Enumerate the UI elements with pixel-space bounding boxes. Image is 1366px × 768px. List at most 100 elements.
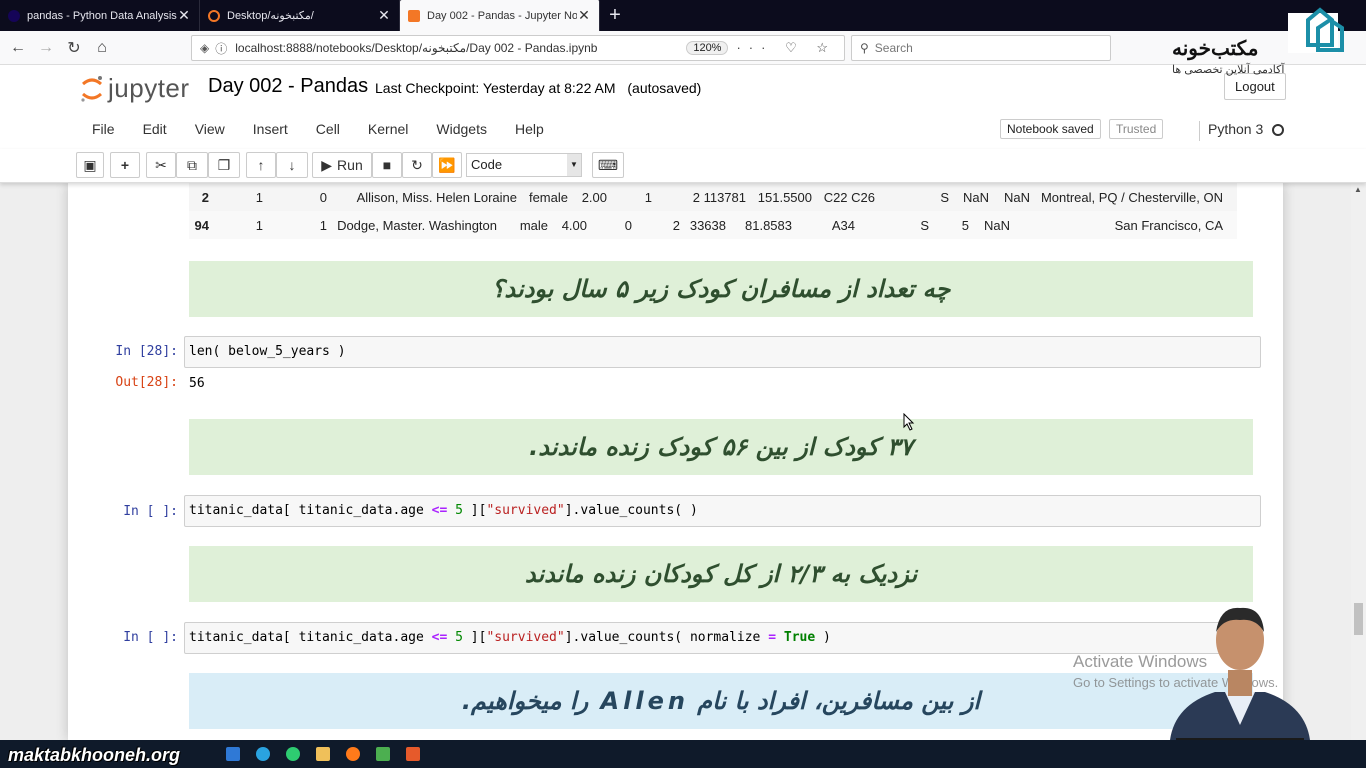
- keyboard-icon[interactable]: ⌨: [592, 152, 624, 178]
- cell-sex: female: [528, 189, 568, 205]
- firefox-icon[interactable]: [346, 747, 360, 761]
- restart-icon[interactable]: ↻: [402, 152, 432, 178]
- trusted-indicator[interactable]: Trusted: [1109, 119, 1164, 139]
- kernel-name: Python 3: [1208, 121, 1264, 137]
- tab-title: Desktop/مکتبخونه/: [227, 10, 314, 22]
- save-icon[interactable]: ▣: [76, 152, 104, 178]
- fast-forward-icon[interactable]: ⏩: [432, 152, 462, 178]
- cell-name: Dodge, Master. Washington: [337, 217, 497, 233]
- reload-icon[interactable]: ↻: [60, 38, 88, 58]
- menu-cell[interactable]: Cell: [302, 121, 354, 137]
- back-icon[interactable]: ←: [4, 39, 32, 57]
- table-row: 94 1 1 Dodge, Master. Washington male 4.…: [189, 211, 1237, 239]
- code-text: titanic_data[ titanic_data.age: [189, 630, 432, 645]
- code-text: ][: [462, 630, 487, 645]
- run-button[interactable]: ▶ Run: [312, 152, 372, 178]
- paste-icon[interactable]: ❐: [208, 152, 240, 178]
- notebook-saved-indicator: Notebook saved: [1000, 119, 1101, 139]
- markdown-cell-survived-count[interactable]: ۳۷ کودک از بین ۵۶ کودک زنده ماندند.: [189, 419, 1253, 475]
- row-index: 2: [201, 189, 209, 205]
- whatsapp-icon[interactable]: [286, 747, 300, 761]
- cell-cabin: A34: [831, 217, 855, 233]
- menu-edit[interactable]: Edit: [129, 121, 181, 137]
- dataframe-output: 2 1 0 Allison, Miss. Helen Loraine femal…: [189, 183, 1237, 239]
- cell-home-dest: Montreal, PQ / Chesterville, ON: [1040, 189, 1223, 205]
- cell-fare: 151.5500: [757, 189, 812, 205]
- jupyter-logo-icon: [81, 75, 102, 102]
- code-number: 5: [447, 630, 463, 645]
- notebook-title[interactable]: Day 002 - Pandas: [208, 75, 368, 98]
- code-number: 5: [447, 503, 463, 518]
- browser-tab-desktop[interactable]: Desktop/مکتبخونه/ ✕: [200, 0, 400, 31]
- code-text: ].value_counts( ): [564, 503, 698, 518]
- menu-file[interactable]: File: [78, 121, 129, 137]
- cell-parch: 2: [672, 217, 680, 233]
- code-text: titanic_data[ titanic_data.age: [189, 503, 432, 518]
- cell-name: Allison, Miss. Helen Loraine: [356, 189, 517, 205]
- copy-icon[interactable]: ⧉: [176, 152, 208, 178]
- code-operator: <=: [431, 503, 448, 518]
- cell-boat: 5: [961, 217, 969, 233]
- move-up-icon[interactable]: ↑: [246, 152, 276, 178]
- cell-survived: 0: [319, 189, 327, 205]
- presenter-video-icon: [1170, 607, 1310, 740]
- browser-navbar: ← → ↻ ⌂ ◈ ⓘ localhost:8888/notebooks/Des…: [0, 31, 1366, 65]
- autosave-text: (autosaved): [627, 80, 702, 96]
- cut-icon[interactable]: ✂: [146, 152, 176, 178]
- telegram-icon[interactable]: [256, 747, 270, 761]
- forward-icon[interactable]: →: [32, 39, 60, 57]
- home-icon[interactable]: ⌂: [88, 39, 116, 57]
- kernel-idle-icon: [1272, 124, 1284, 136]
- cell-fare: 81.8583: [745, 217, 792, 233]
- address-bar[interactable]: ◈ ⓘ localhost:8888/notebooks/Desktop/مکت…: [191, 35, 845, 61]
- cell-boat: NaN: [962, 189, 989, 205]
- page-scrollbar[interactable]: ▲: [1351, 183, 1366, 740]
- camtasia-icon[interactable]: [376, 747, 390, 761]
- menu-widgets[interactable]: Widgets: [422, 121, 501, 137]
- zoom-level[interactable]: 120%: [686, 41, 729, 55]
- brand-subtitle: آکادمی آنلاین تخصصی ها: [1172, 64, 1285, 76]
- menu-insert[interactable]: Insert: [239, 121, 302, 137]
- insert-cell-icon[interactable]: +: [110, 152, 140, 178]
- move-down-icon[interactable]: ↓: [276, 152, 308, 178]
- logout-button[interactable]: Logout: [1224, 73, 1286, 100]
- code-operator: <=: [431, 630, 448, 645]
- scrollbar-thumb[interactable]: [1354, 603, 1363, 635]
- cell-parch: 2: [692, 189, 700, 205]
- info-icon[interactable]: ⓘ: [215, 40, 227, 57]
- cell-sibsp: 0: [624, 217, 632, 233]
- cell-pclass: 1: [255, 217, 263, 233]
- code-text: ): [815, 630, 831, 645]
- browser-tab-strip: pandas - Python Data Analysis ✕ Desktop/…: [0, 0, 1366, 31]
- cell-type-select[interactable]: Code ▼: [466, 153, 582, 177]
- menu-kernel[interactable]: Kernel: [354, 121, 422, 137]
- page-actions-icon[interactable]: ··· ♡ ☆: [736, 40, 836, 56]
- close-tab-icon[interactable]: ✕: [377, 7, 391, 24]
- new-tab-button[interactable]: +: [600, 0, 630, 31]
- menu-help[interactable]: Help: [501, 121, 558, 137]
- code-cell-value-counts-normalize[interactable]: titanic_data[ titanic_data.age <= 5 ]["s…: [184, 622, 1261, 654]
- code-cell-len[interactable]: len( below_5_years ): [184, 336, 1261, 368]
- markdown-cell-two-thirds[interactable]: نزدیک به ۲/۳ از کل کودکان زنده ماندند: [189, 546, 1253, 602]
- table-row: 2 1 0 Allison, Miss. Helen Loraine femal…: [189, 183, 1237, 211]
- url-text[interactable]: localhost:8888/notebooks/Desktop/مکتبخون…: [235, 41, 686, 55]
- search-input[interactable]: ⚲ Search: [851, 35, 1111, 61]
- file-explorer-icon[interactable]: [316, 747, 330, 761]
- stop-icon[interactable]: ■: [372, 152, 402, 178]
- chevron-down-icon: ▼: [567, 154, 581, 176]
- cell-survived: 1: [319, 217, 327, 233]
- scroll-up-icon[interactable]: ▲: [1354, 185, 1362, 194]
- shield-icon[interactable]: ◈: [200, 41, 209, 55]
- close-tab-icon[interactable]: ✕: [177, 7, 191, 24]
- close-tab-icon[interactable]: ✕: [577, 7, 591, 24]
- browser-tab-pandas[interactable]: pandas - Python Data Analysis ✕: [0, 0, 200, 31]
- mail-icon[interactable]: [226, 747, 240, 761]
- play-icon: ▶: [321, 156, 333, 173]
- markdown-cell-question-children[interactable]: چه تعداد از مسافران کودک زیر ۵ سال بودند…: [189, 261, 1253, 317]
- jupyter-logo[interactable]: jupyter: [80, 73, 190, 104]
- menu-view[interactable]: View: [181, 121, 239, 137]
- browser-tab-notebook[interactable]: Day 002 - Pandas - Jupyter Note ✕: [400, 0, 600, 31]
- code-cell-value-counts[interactable]: titanic_data[ titanic_data.age <= 5 ]["s…: [184, 495, 1261, 527]
- jupyter-toolbar: ▣ + ✂ ⧉ ❐ ↑ ↓ ▶ Run ■ ↻ ⏩ Code ▼ ⌨: [0, 149, 1366, 183]
- app-icon[interactable]: [406, 747, 420, 761]
